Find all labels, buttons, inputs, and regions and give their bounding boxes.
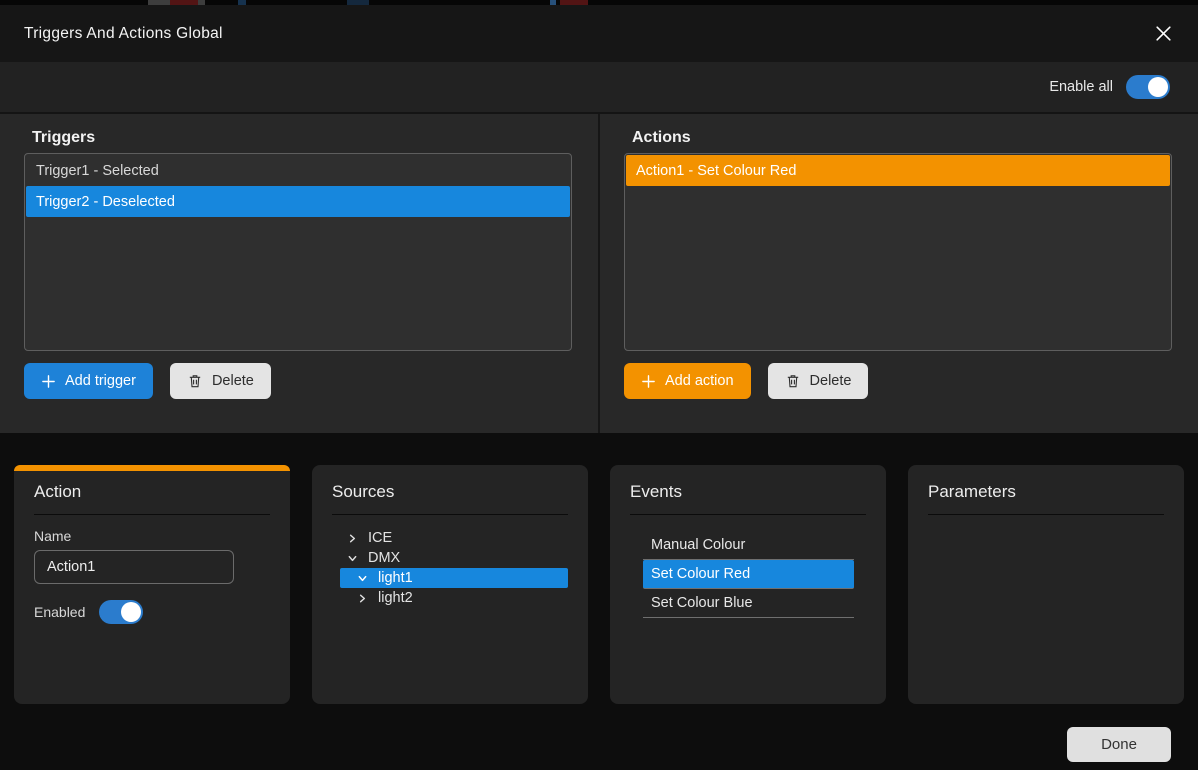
chevron-right-icon[interactable] — [356, 592, 368, 604]
parameters-card-heading: Parameters — [928, 465, 1164, 502]
trash-icon — [785, 373, 801, 389]
delete-trigger-button[interactable]: Delete — [170, 363, 271, 399]
enabled-label: Enabled — [34, 604, 85, 620]
delete-action-button[interactable]: Delete — [768, 363, 869, 399]
triggers-actions-dialog: Triggers And Actions Global Enable all T… — [0, 5, 1198, 770]
toggle-knob — [1148, 77, 1168, 97]
dialog-title: Triggers And Actions Global — [24, 25, 223, 43]
tree-item-light2[interactable]: light2 — [340, 588, 568, 608]
triggers-listbox[interactable]: Trigger1 - SelectedTrigger2 - Deselected — [24, 153, 572, 351]
event-list-item[interactable]: Manual Colour — [643, 531, 854, 560]
trigger-list-item[interactable]: Trigger1 - Selected — [26, 155, 570, 186]
events-card-heading: Events — [630, 465, 866, 502]
plus-icon — [41, 374, 56, 389]
add-trigger-button[interactable]: Add trigger — [24, 363, 153, 399]
add-action-button[interactable]: Add action — [624, 363, 751, 399]
action-list-item[interactable]: Action1 - Set Colour Red — [626, 155, 1170, 186]
chevron-down-icon[interactable] — [346, 552, 358, 564]
enable-all-row: Enable all — [0, 62, 1198, 114]
close-button[interactable] — [1148, 19, 1178, 49]
events-card: Events Manual ColourSet Colour RedSet Co… — [610, 465, 886, 704]
action-name-input[interactable] — [34, 550, 234, 584]
detail-cards: Action Name Enabled Sources ICE DMX light1… — [14, 465, 1184, 704]
enable-all-toggle[interactable] — [1126, 75, 1170, 99]
triggers-heading: Triggers — [32, 129, 572, 147]
plus-icon — [641, 374, 656, 389]
sources-card: Sources ICE DMX light1 light2 — [312, 465, 588, 704]
tree-item-label: ICE — [368, 530, 392, 546]
action-card-accent — [14, 465, 290, 471]
tree-item-label: light1 — [378, 570, 413, 586]
enable-all-label: Enable all — [1049, 79, 1113, 95]
dialog-titlebar: Triggers And Actions Global — [0, 5, 1198, 62]
divider — [928, 514, 1164, 515]
tree-item-label: DMX — [368, 550, 400, 566]
event-list-item[interactable]: Set Colour Blue — [643, 589, 854, 618]
delete-trigger-label: Delete — [212, 373, 254, 389]
actions-buttons: Add action Delete — [624, 363, 1172, 399]
upper-panels: Triggers Trigger1 - SelectedTrigger2 - D… — [0, 114, 1198, 433]
name-label: Name — [34, 528, 270, 544]
sources-tree[interactable]: ICE DMX light1 light2 — [340, 528, 568, 608]
parameters-card: Parameters — [908, 465, 1184, 704]
detail-section: Action Name Enabled Sources ICE DMX light1… — [0, 433, 1198, 770]
action-card: Action Name Enabled — [14, 465, 290, 704]
delete-action-label: Delete — [810, 373, 852, 389]
divider — [332, 514, 568, 515]
add-action-label: Add action — [665, 373, 734, 389]
event-list-item[interactable]: Set Colour Red — [643, 560, 854, 589]
tree-item-label: light2 — [378, 590, 413, 606]
events-list[interactable]: Manual ColourSet Colour RedSet Colour Bl… — [643, 531, 854, 618]
trash-icon — [187, 373, 203, 389]
toggle-knob — [121, 602, 141, 622]
close-icon — [1154, 24, 1173, 43]
sources-card-heading: Sources — [332, 465, 568, 502]
tree-item-DMX[interactable]: DMX — [340, 548, 568, 568]
chevron-down-icon[interactable] — [356, 572, 368, 584]
enabled-row: Enabled — [34, 600, 270, 624]
tree-item-ICE[interactable]: ICE — [340, 528, 568, 548]
trigger-list-item[interactable]: Trigger2 - Deselected — [26, 186, 570, 217]
actions-listbox[interactable]: Action1 - Set Colour Red — [624, 153, 1172, 351]
divider — [34, 514, 270, 515]
chevron-right-icon[interactable] — [346, 532, 358, 544]
divider — [630, 514, 866, 515]
done-button[interactable]: Done — [1067, 727, 1171, 762]
add-trigger-label: Add trigger — [65, 373, 136, 389]
triggers-buttons: Add trigger Delete — [24, 363, 572, 399]
actions-panel: Actions Action1 - Set Colour Red Add act… — [598, 114, 1198, 433]
action-enabled-toggle[interactable] — [99, 600, 143, 624]
actions-heading: Actions — [632, 129, 1172, 147]
tree-item-light1[interactable]: light1 — [340, 568, 568, 588]
triggers-panel: Triggers Trigger1 - SelectedTrigger2 - D… — [0, 114, 598, 433]
